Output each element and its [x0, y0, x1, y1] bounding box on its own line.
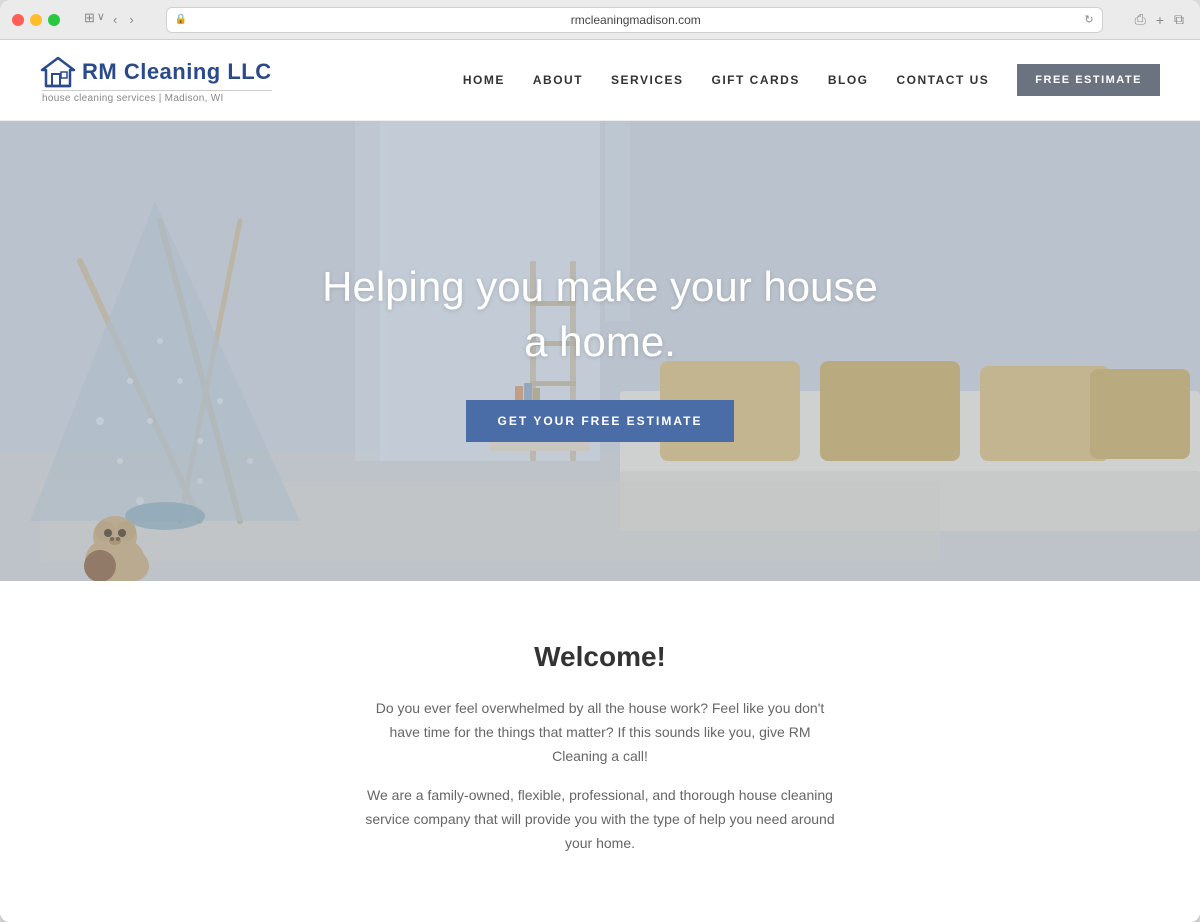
header-free-estimate-button[interactable]: FREE ESTIMATE [1017, 64, 1160, 96]
hero-section: Helping you make your house a home. GET … [0, 121, 1200, 581]
hero-cta-button[interactable]: GET YOUR FREE ESTIMATE [466, 400, 735, 442]
minimize-button[interactable] [30, 14, 42, 26]
tabs-button[interactable]: ⧉ [1170, 9, 1188, 30]
nav-blog[interactable]: BLOG [828, 73, 869, 87]
close-button[interactable] [12, 14, 24, 26]
share-button[interactable]: ⎙ [1131, 9, 1150, 30]
chevron-down-icon: ∨ [97, 10, 105, 29]
grid-icon: ⊞ [84, 10, 95, 29]
maximize-button[interactable] [48, 14, 60, 26]
hero-content: Helping you make your house a home. GET … [0, 121, 1200, 581]
site-nav: HOME ABOUT SERVICES GIFT CARDS BLOG CONT… [463, 64, 1160, 96]
window-controls-right: ⎙ + ⧉ [1131, 9, 1188, 30]
logo-area: RM Cleaning LLC house cleaning services … [40, 56, 272, 104]
nav-home[interactable]: HOME [463, 73, 505, 87]
nav-about[interactable]: ABOUT [533, 73, 583, 87]
website-content: RM Cleaning LLC house cleaning services … [0, 40, 1200, 922]
lock-icon: 🔒 [175, 14, 187, 25]
browser-titlebar: ⊞ ∨ ‹ › 🔒 rmcleaningmadison.com ↻ ⎙ + ⧉ [0, 0, 1200, 40]
site-header: RM Cleaning LLC house cleaning services … [0, 40, 1200, 121]
hero-headline-line2: a home. [524, 318, 676, 365]
traffic-lights [12, 14, 60, 26]
nav-gift-cards[interactable]: GIFT CARDS [712, 73, 800, 87]
forward-button[interactable]: › [125, 10, 137, 29]
welcome-paragraph-1: Do you ever feel overwhelmed by all the … [360, 697, 840, 768]
welcome-paragraph-2: We are a family-owned, flexible, profess… [360, 784, 840, 855]
logo-top: RM Cleaning LLC [40, 56, 272, 88]
new-tab-button[interactable]: + [1152, 9, 1168, 30]
logo-text: RM Cleaning LLC [82, 59, 272, 85]
welcome-title: Welcome! [40, 641, 1160, 673]
browser-controls: ⊞ ∨ ‹ › [76, 10, 138, 29]
hero-headline: Helping you make your house a home. [322, 260, 878, 369]
back-button[interactable]: ‹ [109, 10, 121, 29]
welcome-section: Welcome! Do you ever feel overwhelmed by… [0, 581, 1200, 922]
url-text: rmcleaningmadison.com [193, 13, 1078, 27]
logo-icon [40, 56, 76, 88]
logo-tagline: house cleaning services | Madison, WI [42, 90, 272, 104]
nav-services[interactable]: SERVICES [611, 73, 683, 87]
refresh-icon[interactable]: ↻ [1084, 13, 1093, 26]
browser-window: ⊞ ∨ ‹ › 🔒 rmcleaningmadison.com ↻ ⎙ + ⧉ [0, 0, 1200, 922]
nav-contact[interactable]: CONTACT US [897, 73, 990, 87]
address-bar[interactable]: 🔒 rmcleaningmadison.com ↻ [166, 7, 1103, 33]
hero-headline-line1: Helping you make your house [322, 263, 878, 310]
